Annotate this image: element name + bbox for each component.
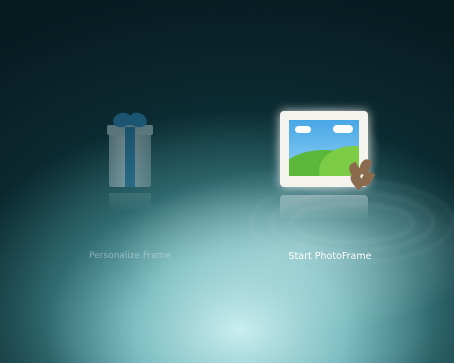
photo-frame-icon-reflection [280, 195, 368, 221]
photoframe-home-screen: Personalize Frame Start PhotoFrame [0, 0, 458, 363]
gift-icon-reflection [109, 193, 151, 213]
menu-item-start-photoframe[interactable]: Start PhotoFrame [250, 105, 410, 275]
menu-item-label: Personalize Frame [89, 251, 171, 261]
menu-item-personalize-frame[interactable]: Personalize Frame [70, 95, 190, 275]
photo-frame-icon [280, 111, 376, 191]
gift-icon [107, 110, 153, 187]
menu-item-label: Start PhotoFrame [288, 251, 372, 262]
